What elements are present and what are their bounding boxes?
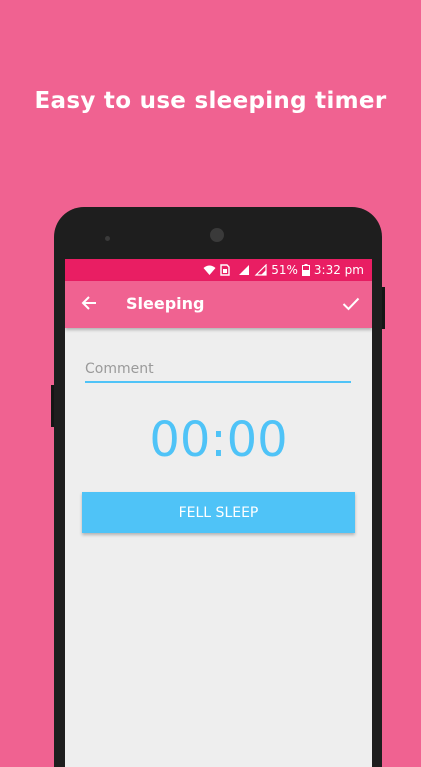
phone-side-button: [382, 287, 385, 329]
sim-icon: [220, 264, 233, 276]
timer-display: 00:00: [149, 412, 288, 468]
phone-frame: 51% 3:32 pm Sleeping 00:00 FELL SLEEP: [51, 207, 385, 767]
phone-side-button: [51, 385, 54, 427]
page-title: Sleeping: [126, 294, 205, 313]
arrow-back-icon: [81, 295, 97, 315]
confirm-button[interactable]: [336, 290, 366, 320]
battery-percent: 51%: [271, 263, 298, 277]
signal-icon: [254, 263, 267, 276]
wifi-icon: [203, 264, 216, 276]
phone-sensor: [105, 236, 110, 241]
promo-headline: Easy to use sleeping timer: [34, 88, 387, 114]
app-screen: 51% 3:32 pm Sleeping 00:00 FELL SLEEP: [65, 259, 372, 767]
fell-sleep-button[interactable]: FELL SLEEP: [82, 492, 355, 533]
back-button[interactable]: [75, 291, 103, 319]
signal-icon: [237, 264, 250, 276]
check-icon: [342, 296, 360, 315]
status-bar: 51% 3:32 pm: [65, 259, 372, 281]
phone-camera: [210, 228, 224, 242]
comment-input[interactable]: [85, 357, 351, 383]
app-bar: Sleeping: [65, 281, 372, 328]
clock: 3:32 pm: [313, 263, 364, 277]
battery-charging-icon: [301, 264, 310, 276]
